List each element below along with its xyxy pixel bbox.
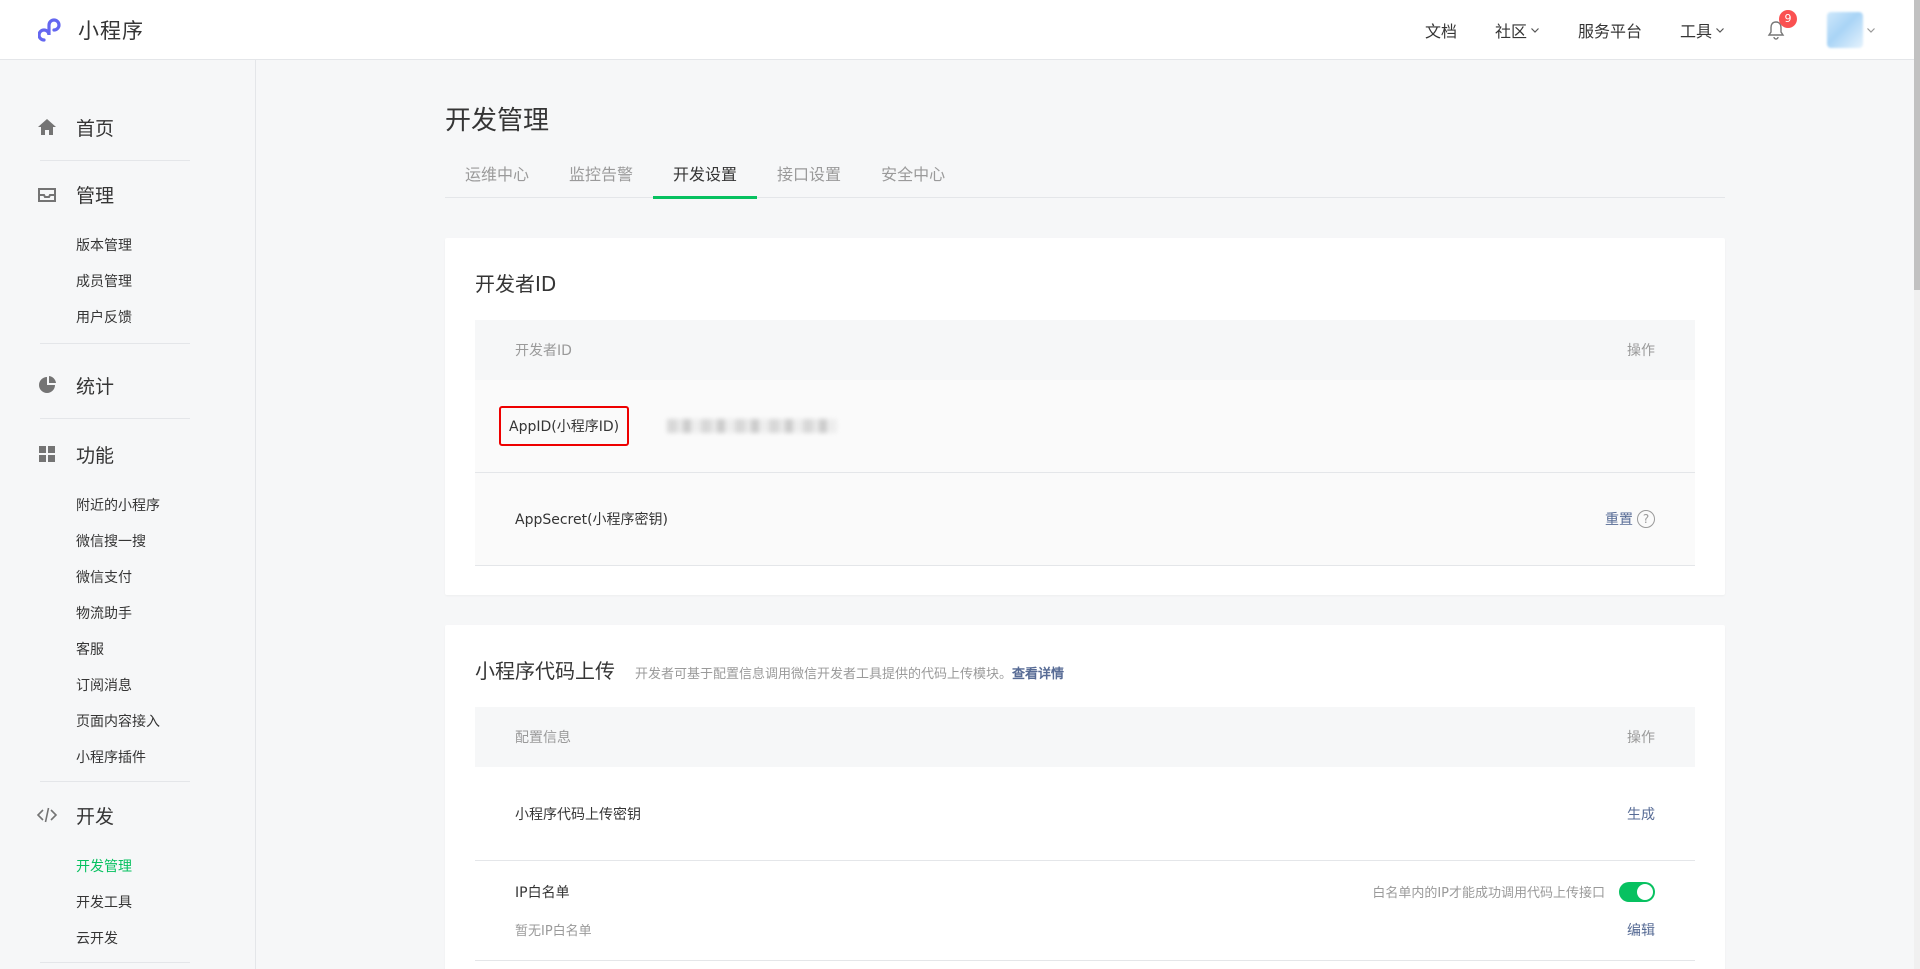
- sidebar-item-label: 统计: [76, 375, 115, 398]
- chevron-down-icon: [1716, 28, 1724, 33]
- card-description-text: 开发者可基于配置信息调用微信开发者工具提供的代码上传模块。: [635, 667, 1013, 682]
- page-scrollbar[interactable]: [1914, 0, 1920, 969]
- table-row: IP白名单 白名单内的IP才能成功调用代码上传接口 暂无IP白名单 编辑: [475, 861, 1695, 961]
- sidebar-item-customer-service[interactable]: 客服: [76, 631, 255, 667]
- page-title: 开发管理: [445, 106, 550, 136]
- nav-tools[interactable]: 工具: [1680, 18, 1725, 42]
- nav-service[interactable]: 服务平台: [1578, 18, 1642, 42]
- ip-whitelist-toggle[interactable]: [1619, 881, 1655, 902]
- sidebar-divider: [40, 343, 190, 344]
- sidebar-item-cloud-dev[interactable]: 云开发: [76, 920, 255, 956]
- generate-key-link[interactable]: 生成: [1627, 804, 1655, 824]
- developer-id-card: 开发者ID 开发者ID 操作 AppID(小程序ID) AppSecret(小程…: [445, 238, 1725, 595]
- tab-bar: 运维中心 监控告警 开发设置 接口设置 安全中心: [445, 158, 1725, 199]
- sidebar-divider: [40, 962, 190, 963]
- sidebar-item-subscribe[interactable]: 订阅消息: [76, 667, 255, 703]
- logo[interactable]: 小程序: [38, 14, 144, 46]
- ip-whitelist-empty: 暂无IP白名单: [515, 924, 592, 939]
- sidebar-item-logistics[interactable]: 物流助手: [76, 595, 255, 631]
- avatar: [1827, 12, 1863, 48]
- sidebar-item-feedback[interactable]: 用户反馈: [76, 299, 255, 335]
- scrollbar-thumb[interactable]: [1914, 0, 1920, 290]
- table-row: AppID(小程序ID): [475, 380, 1695, 473]
- tab-security[interactable]: 安全中心: [861, 158, 965, 198]
- home-icon: [38, 119, 56, 135]
- notification-badge: 9: [1779, 10, 1797, 28]
- table-header: 开发者ID 操作: [475, 320, 1695, 380]
- ip-whitelist-hint: 白名单内的IP才能成功调用代码上传接口: [1372, 886, 1605, 901]
- upload-key-label: 小程序代码上传密钥: [515, 806, 641, 823]
- card-title: 开发者ID: [475, 272, 557, 296]
- sidebar-item-manage[interactable]: 管理: [36, 161, 255, 227]
- sidebar-item-page-content[interactable]: 页面内容接入: [76, 703, 255, 739]
- sidebar-divider: [40, 418, 190, 419]
- column-header: 操作: [1627, 343, 1655, 359]
- sidebar-item-dev[interactable]: 开发: [36, 782, 255, 848]
- table-header: 配置信息 操作: [475, 707, 1695, 767]
- sidebar-item-members[interactable]: 成员管理: [76, 263, 255, 299]
- reset-secret-link[interactable]: 重置: [1605, 509, 1633, 529]
- pie-chart-icon: [39, 376, 56, 393]
- sidebar-item-label: 管理: [76, 184, 115, 207]
- sidebar-item-home[interactable]: 首页: [36, 94, 255, 160]
- sidebar-item-nearby[interactable]: 附近的小程序: [76, 487, 255, 523]
- table-row: AppSecret(小程序密钥) 重置 ?: [475, 473, 1695, 566]
- column-header: 操作: [1627, 730, 1655, 746]
- sidebar-item-pay[interactable]: 微信支付: [76, 559, 255, 595]
- sidebar-item-stats[interactable]: 统计: [36, 352, 255, 418]
- appsecret-label: AppSecret(小程序密钥): [515, 512, 669, 528]
- help-icon[interactable]: ?: [1637, 510, 1655, 528]
- grid-icon: [39, 446, 55, 462]
- nav-community[interactable]: 社区: [1495, 18, 1540, 42]
- column-header: 开发者ID: [515, 343, 572, 359]
- tab-ops[interactable]: 运维中心: [445, 158, 549, 198]
- top-bar: 小程序 文档 社区 服务平台 工具 9: [0, 0, 1920, 60]
- card-description: 开发者可基于配置信息调用微信开发者工具提供的代码上传模块。查看详情: [635, 663, 1064, 682]
- code-upload-card: 小程序代码上传 开发者可基于配置信息调用微信开发者工具提供的代码上传模块。查看详…: [445, 625, 1725, 969]
- nav-docs[interactable]: 文档: [1425, 18, 1457, 42]
- sidebar-item-search[interactable]: 微信搜一搜: [76, 523, 255, 559]
- tab-monitor[interactable]: 监控告警: [549, 158, 653, 198]
- tab-dev-settings[interactable]: 开发设置: [653, 158, 758, 199]
- card-title: 小程序代码上传: [475, 659, 615, 683]
- sidebar-item-plugins[interactable]: 小程序插件: [76, 739, 255, 775]
- top-nav: 文档 社区 服务平台 工具 9: [1425, 0, 1876, 60]
- nav-tools-label: 工具: [1679, 22, 1712, 41]
- account-menu[interactable]: [1827, 12, 1876, 48]
- notifications-button[interactable]: 9: [1765, 10, 1797, 42]
- sidebar-item-label: 功能: [76, 444, 115, 467]
- card-title-row: 小程序代码上传 开发者可基于配置信息调用微信开发者工具提供的代码上传模块。查看详…: [475, 655, 1064, 684]
- inbox-icon: [38, 188, 56, 202]
- chevron-down-icon: [1867, 28, 1875, 33]
- table-row: 小程序代码上传密钥 生成: [475, 767, 1695, 861]
- code-icon: [36, 807, 58, 823]
- upload-config-table: 配置信息 操作 小程序代码上传密钥 生成 IP白名单 白名单内的IP才能成功调用…: [475, 707, 1695, 961]
- sidebar-item-features[interactable]: 功能: [36, 421, 255, 487]
- sidebar-item-version[interactable]: 版本管理: [76, 227, 255, 263]
- chevron-down-icon: [1531, 28, 1539, 33]
- tab-api-settings[interactable]: 接口设置: [757, 158, 861, 198]
- ip-whitelist-label: IP白名单: [515, 884, 570, 901]
- mini-program-logo-icon: [38, 18, 61, 42]
- sidebar-item-dev-tools[interactable]: 开发工具: [76, 884, 255, 920]
- nav-community-label: 社区: [1494, 22, 1527, 41]
- brand-name: 小程序: [78, 19, 144, 43]
- appid-label: AppID(小程序ID): [499, 406, 630, 446]
- view-details-link[interactable]: 查看详情: [1012, 667, 1064, 682]
- sidebar-item-label: 首页: [76, 117, 115, 140]
- sidebar-item-label: 开发: [76, 805, 115, 828]
- column-header: 配置信息: [515, 730, 571, 746]
- developer-id-table: 开发者ID 操作 AppID(小程序ID) AppSecret(小程序密钥) 重…: [475, 320, 1695, 566]
- sidebar: 首页 管理 版本管理 成员管理 用户反馈 统计 功能 附近的小程序 微信搜一搜: [0, 60, 256, 969]
- edit-whitelist-link[interactable]: 编辑: [1627, 920, 1655, 940]
- appid-value-redacted: [667, 419, 838, 433]
- sidebar-item-dev-manage[interactable]: 开发管理: [76, 848, 255, 884]
